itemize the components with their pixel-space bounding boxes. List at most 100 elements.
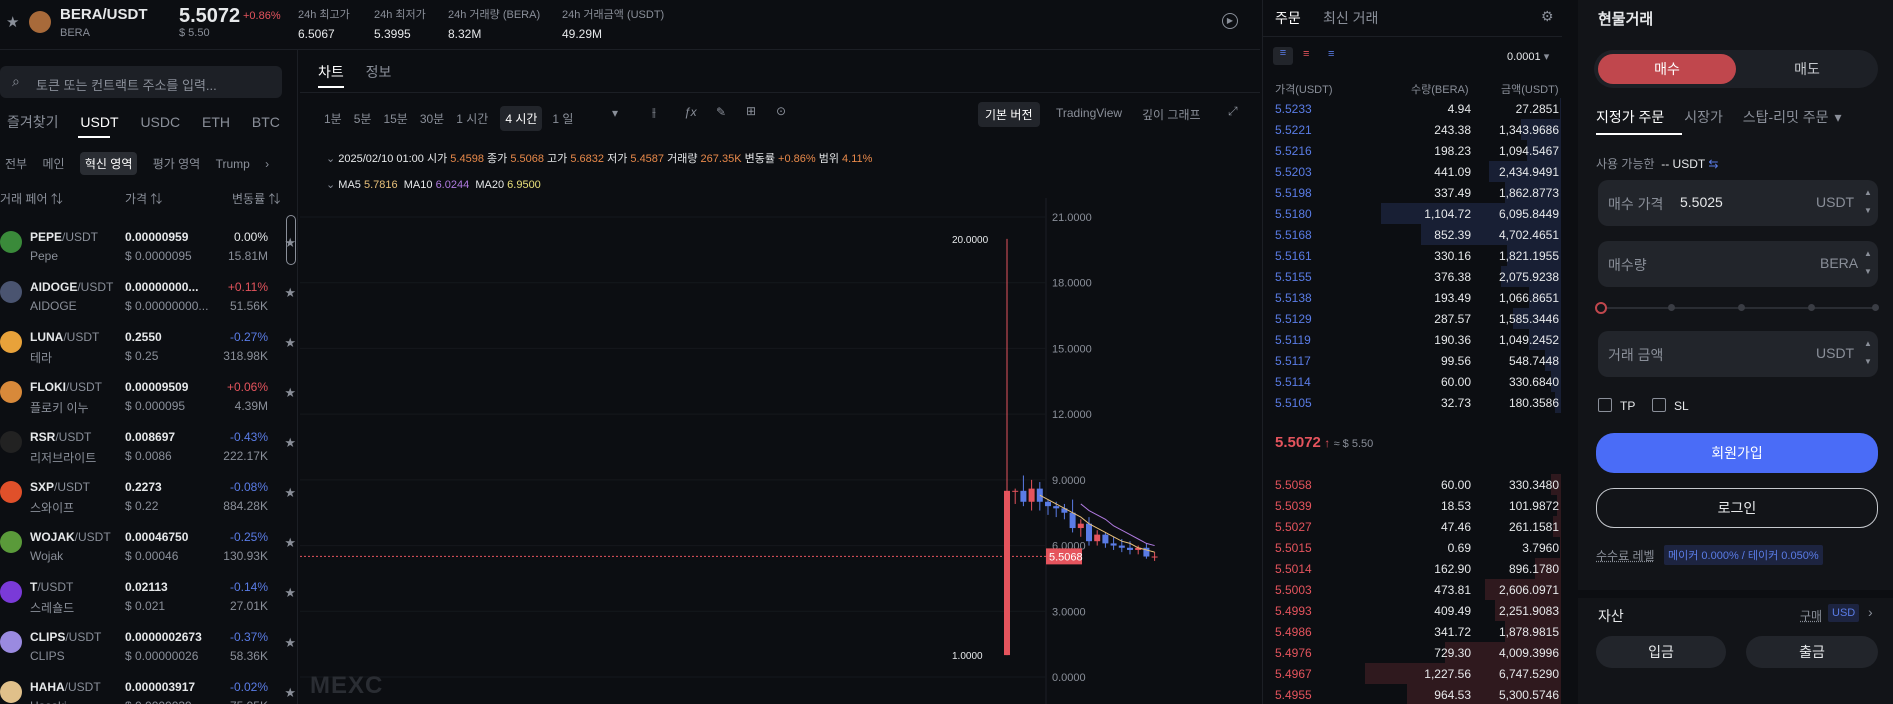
col-price[interactable]: 가격 ⇅	[125, 190, 162, 207]
deposit-button[interactable]: 입금	[1596, 636, 1726, 668]
tab-usdt[interactable]: USDT	[80, 114, 118, 130]
interval-2[interactable]: 5분	[354, 110, 372, 127]
bid-row[interactable]: 5.4986 341.72 1,878.9815	[1263, 621, 1561, 642]
candle-type-icon[interactable]: ⫲	[652, 105, 656, 120]
ask-row[interactable]: 5.5117 99.56 548.7448	[1263, 350, 1561, 371]
bid-row[interactable]: 5.5039 18.53 101.9872	[1263, 495, 1561, 516]
price-field[interactable]: 매수 가격 5.5025 USDT ▲ ▼	[1598, 180, 1878, 226]
scrollbar-thumb[interactable]	[286, 215, 296, 265]
favorite-star-icon[interactable]: ★	[284, 585, 296, 601]
collapse-icon[interactable]: ⌄	[326, 153, 335, 165]
bid-row[interactable]: 5.4955 964.53 5,300.5746	[1263, 684, 1561, 704]
ask-row[interactable]: 5.5105 32.73 180.3586	[1263, 392, 1561, 413]
percent-slider[interactable]	[1595, 302, 1879, 314]
tp-checkbox[interactable]	[1598, 398, 1612, 412]
book-both-icon[interactable]: ≡	[1273, 47, 1293, 65]
ask-row[interactable]: 5.5119 190.36 1,049.2452	[1263, 329, 1561, 350]
ask-row[interactable]: 5.5180 1,104.72 6,095.8449	[1263, 203, 1561, 224]
tab-eth[interactable]: ETH	[202, 114, 230, 130]
price-input[interactable]: 5.5025	[1680, 194, 1723, 210]
tab-favorites[interactable]: 즐겨찾기	[7, 112, 59, 132]
favorite-star-icon[interactable]: ★	[284, 635, 296, 651]
interval-7[interactable]: 1 일	[552, 110, 573, 127]
list-item[interactable]: SXP/USDT 스와이프 0.2273 $ 0.22 -0.08% 884.28K ★	[0, 468, 297, 518]
list-item[interactable]: PEPE/USDT Pepe 0.00000959 $ 0.0000095 0.00% 1…	[0, 218, 297, 268]
view-depth[interactable]: 깊이 그래프	[1142, 106, 1201, 123]
tab-chart[interactable]: 차트	[318, 62, 344, 82]
cat-all[interactable]: 전부	[5, 155, 27, 172]
list-item[interactable]: LUNA/USDT 테라 0.2550 $ 0.25 -0.27% 318.98K ★	[0, 318, 297, 368]
tab-orderbook[interactable]: 주문	[1275, 8, 1301, 28]
price-chart[interactable]: 21.000018.000015.000012.00009.00006.0000…	[300, 198, 1260, 704]
transfer-icon[interactable]: ⇆	[1708, 157, 1718, 171]
buy-tab[interactable]: 매수	[1598, 54, 1736, 84]
list-item[interactable]: T/USDT 스레숄드 0.02113 $ 0.021 -0.14% 27.01K ★	[0, 568, 297, 618]
collapse-icon[interactable]: ⌄	[326, 179, 335, 191]
favorite-star-icon[interactable]: ★	[284, 535, 296, 551]
favorite-star-icon[interactable]: ★	[284, 485, 296, 501]
amount-field[interactable]: 거래 금액 USDT ▲ ▼	[1598, 331, 1878, 377]
bid-row[interactable]: 5.4967 1,227.56 6,747.5290	[1263, 663, 1561, 684]
list-item[interactable]: RSR/USDT 리저브라이트 0.008697 $ 0.0086 -0.43% 222.…	[0, 418, 297, 468]
withdraw-button[interactable]: 출금	[1746, 636, 1878, 668]
pair-name[interactable]: BERA/USDT	[60, 6, 148, 23]
camera-icon[interactable]: ⊙	[776, 104, 786, 118]
cat-assessment[interactable]: 평가 영역	[153, 155, 201, 172]
interval-3[interactable]: 15분	[383, 110, 407, 127]
slider-dot[interactable]	[1808, 304, 1815, 311]
bid-row[interactable]: 5.5058 60.00 330.3480	[1263, 474, 1561, 495]
ask-row[interactable]: 5.5129 287.57 1,585.3446	[1263, 308, 1561, 329]
slider-handle[interactable]	[1595, 302, 1607, 314]
chevron-down-icon[interactable]: ▾	[612, 106, 618, 120]
list-item[interactable]: AIDOGE/USDT AIDOGE 0.00000000... $ 0.000000…	[0, 268, 297, 318]
draw-icon[interactable]: ✎	[716, 105, 726, 119]
tab-info[interactable]: 정보	[366, 62, 392, 82]
favorite-star-icon[interactable]: ★	[6, 13, 19, 31]
slider-dot[interactable]	[1738, 304, 1745, 311]
col-pair[interactable]: 거래 페어 ⇅	[0, 190, 63, 207]
bid-row[interactable]: 5.5027 47.46 261.1581	[1263, 516, 1561, 537]
search-input[interactable]: 토큰 또는 컨트랙트 주소를 입력...	[36, 75, 217, 94]
layout-icon[interactable]: ⊞	[746, 104, 756, 118]
ask-row[interactable]: 5.5114 60.00 330.6840	[1263, 371, 1561, 392]
chevron-right-icon[interactable]: ›	[1868, 604, 1873, 620]
col-change[interactable]: 변동률 ⇅	[232, 190, 280, 207]
slider-dot[interactable]	[1668, 304, 1675, 311]
tab-btc[interactable]: BTC	[252, 114, 280, 130]
interval-5[interactable]: 1 시간	[456, 110, 488, 127]
interval-4[interactable]: 30분	[420, 110, 444, 127]
stepper-icon[interactable]: ▲ ▼	[1864, 335, 1872, 371]
list-item[interactable]: WOJAK/USDT Wojak 0.00046750 $ 0.00046 -0.25%…	[0, 518, 297, 568]
ask-row[interactable]: 5.5138 193.49 1,066.8651	[1263, 287, 1561, 308]
book-asks-icon[interactable]: ≡	[1303, 48, 1309, 60]
signup-button[interactable]: 회원가입	[1596, 433, 1878, 473]
bid-row[interactable]: 5.4993 409.49 2,251.9083	[1263, 600, 1561, 621]
tab-stop-limit[interactable]: 스탑-리밋 주문	[1743, 107, 1829, 127]
interval-6[interactable]: 4 시간	[500, 106, 543, 131]
chevron-down-icon[interactable]: ▾	[1834, 109, 1841, 125]
bid-row[interactable]: 5.5014 162.90 896.1780	[1263, 558, 1561, 579]
ask-row[interactable]: 5.5216 198.23 1,094.5467	[1263, 140, 1561, 161]
ask-row[interactable]: 5.5221 243.38 1,343.9686	[1263, 119, 1561, 140]
interval-1[interactable]: 1분	[324, 110, 342, 127]
fullscreen-icon[interactable]: ⤢	[1228, 104, 1238, 119]
list-item[interactable]: HAHA/USDT Hasaki 0.000003917 $ 0.0000039 -0.…	[0, 668, 297, 704]
list-item[interactable]: FLOKI/USDT 플로키 이누 0.00009509 $ 0.000095 +0.0…	[0, 368, 297, 418]
favorite-star-icon[interactable]: ★	[284, 685, 296, 701]
bid-row[interactable]: 5.4976 729.30 4,009.3996	[1263, 642, 1561, 663]
sl-checkbox[interactable]	[1652, 398, 1666, 412]
book-bids-icon[interactable]: ≡	[1328, 48, 1334, 60]
bid-row[interactable]: 5.5003 473.81 2,606.0971	[1263, 579, 1561, 600]
ask-row[interactable]: 5.5203 441.09 2,434.9491	[1263, 161, 1561, 182]
search-box[interactable]: ⌕ 토큰 또는 컨트랙트 주소를 입력...	[0, 66, 282, 98]
stepper-icon[interactable]: ▲ ▼	[1864, 184, 1872, 220]
slider-dot[interactable]	[1872, 304, 1879, 311]
favorite-star-icon[interactable]: ★	[284, 435, 296, 451]
tab-usdc[interactable]: USDC	[140, 114, 180, 130]
ask-row[interactable]: 5.5233 4.94 27.2851	[1263, 98, 1561, 119]
precision-select[interactable]: 0.0001 ▾	[1507, 50, 1549, 63]
tab-latest-trades[interactable]: 최신 거래	[1323, 8, 1378, 28]
ask-row[interactable]: 5.5155 376.38 2,075.9238	[1263, 266, 1561, 287]
sell-tab[interactable]: 매도	[1740, 54, 1874, 84]
favorite-star-icon[interactable]: ★	[284, 385, 296, 401]
